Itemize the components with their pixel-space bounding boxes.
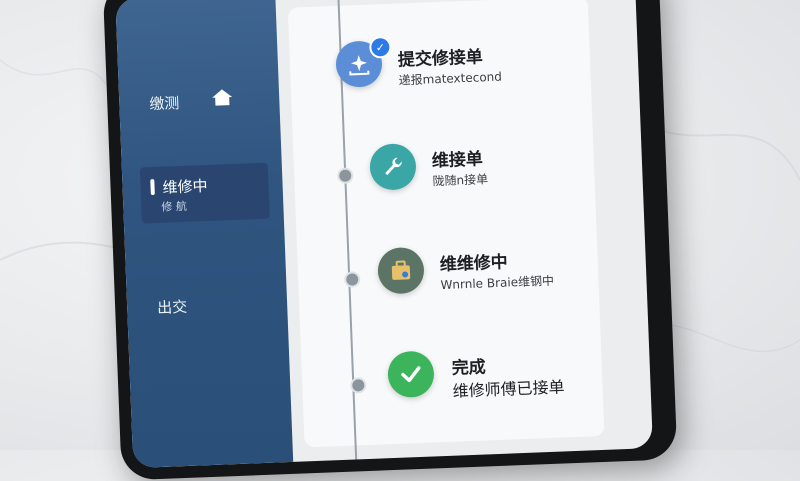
checkmark-icon xyxy=(401,366,421,383)
active-indicator xyxy=(150,179,155,196)
sidebar-item-label: 缴测 xyxy=(149,94,180,114)
app-screen: 缴测 维修中 修 航 出交 ✓ 提交修接单 递报matextecond 维接单 … xyxy=(115,0,653,469)
sidebar-item-in-repair[interactable]: 维修中 修 航 xyxy=(139,162,270,224)
sidebar-item-label: 维修中 xyxy=(162,176,208,197)
upload-icon xyxy=(349,55,370,76)
sidebar-item-label: 出交 xyxy=(156,297,188,317)
sidebar-item-home[interactable]: 缴测 xyxy=(119,88,279,113)
step-title: 维维修中 xyxy=(439,252,509,276)
phone-device: 缴测 维修中 修 航 出交 ✓ 提交修接单 递报matextecond 维接单 … xyxy=(102,0,678,481)
step-title: 完成 xyxy=(451,357,487,379)
wrench-icon xyxy=(385,157,402,176)
step-subtitle: 维修师傅已接单 xyxy=(452,377,565,401)
sidebar: 缴测 维修中 修 航 出交 xyxy=(115,0,294,469)
toolbox-icon xyxy=(391,260,411,280)
step-subtitle: 陇随n接单 xyxy=(432,172,489,189)
sidebar-item-out[interactable]: 出交 xyxy=(127,292,287,317)
step-title: 提交修接单 xyxy=(397,47,484,71)
step-title: 维接单 xyxy=(431,149,484,172)
sidebar-item-sublabel: 修 航 xyxy=(161,199,188,214)
home-icon xyxy=(212,89,233,106)
